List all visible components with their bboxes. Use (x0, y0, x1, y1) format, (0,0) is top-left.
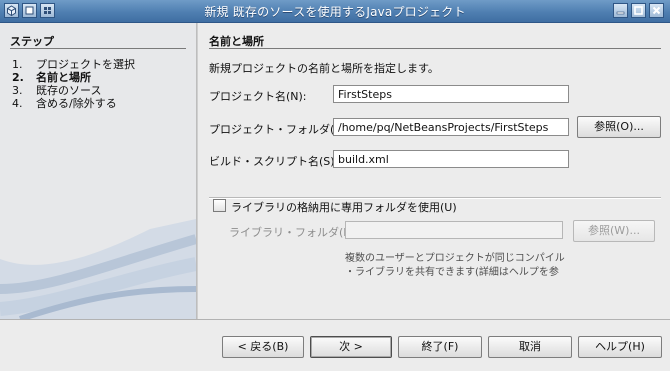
step-item: 3. 既存のソース (12, 84, 102, 97)
back-button[interactable]: < 戻る(B) (222, 336, 304, 358)
steps-divider (10, 48, 186, 49)
cancel-button[interactable]: 取消 (488, 336, 572, 358)
build-script-label: ビルド・スクリプト名(S): (209, 155, 339, 168)
build-script-input[interactable]: build.xml (333, 150, 569, 168)
decorative-swoosh-image (0, 219, 196, 319)
library-folder-checkbox[interactable] (213, 199, 226, 212)
library-folder-input[interactable] (345, 221, 563, 239)
finish-button[interactable]: 終了(F) (398, 336, 482, 358)
step-item: 4. 含める/除外する (12, 97, 117, 110)
browse-library-folder-button[interactable]: 参照(W)... (573, 220, 655, 242)
panel-heading: 名前と場所 (209, 35, 264, 48)
project-folder-label: プロジェクト・フォルダ(D): (209, 123, 351, 136)
button-bar: < 戻る(B) 次 > 終了(F) 取消 ヘルプ(H) (0, 319, 670, 371)
next-button[interactable]: 次 > (310, 336, 392, 358)
step-item: 1. プロジェクトを選択 (12, 58, 135, 71)
title-bar: 新規 既存のソースを使用するJavaプロジェクト (0, 0, 670, 23)
steps-panel: ステップ 1. プロジェクトを選択 2. 名前と場所 3. 既存のソース 4. 含める/… (0, 23, 196, 319)
minimize-icon[interactable] (613, 3, 628, 18)
close-icon[interactable] (649, 3, 664, 18)
library-folder-label: ライブラリ・フォルダ(I): (229, 226, 355, 239)
maximize-icon[interactable] (631, 3, 646, 18)
panel-description: 新規プロジェクトの名前と場所を指定します。 (209, 62, 439, 75)
panel-divider-line (209, 48, 661, 49)
project-folder-input[interactable]: /home/pq/NetBeansProjects/FirstSteps (333, 118, 569, 136)
library-help-text: 複数のユーザーとプロジェクトが同じコンパイル ・ライブラリを共有できます(詳細は… (345, 253, 565, 278)
help-button[interactable]: ヘルプ(H) (578, 336, 662, 358)
browse-project-folder-button[interactable]: 参照(O)... (577, 116, 661, 138)
project-name-label: プロジェクト名(N): (209, 90, 307, 103)
name-location-panel: 名前と場所 新規プロジェクトの名前と場所を指定します。 プロジェクト名(N): … (198, 23, 670, 319)
window-title: 新規 既存のソースを使用するJavaプロジェクト (204, 5, 466, 19)
step-item-current: 2. 名前と場所 (12, 71, 91, 84)
library-checkbox-label[interactable]: ライブラリの格納用に専用フォルダを使用(U) (231, 199, 457, 215)
project-name-input[interactable]: FirstSteps (333, 85, 569, 103)
steps-heading: ステップ (10, 35, 54, 48)
steps-list: 1. プロジェクトを選択 2. 名前と場所 3. 既存のソース 4. 含める/除外する (12, 58, 135, 110)
